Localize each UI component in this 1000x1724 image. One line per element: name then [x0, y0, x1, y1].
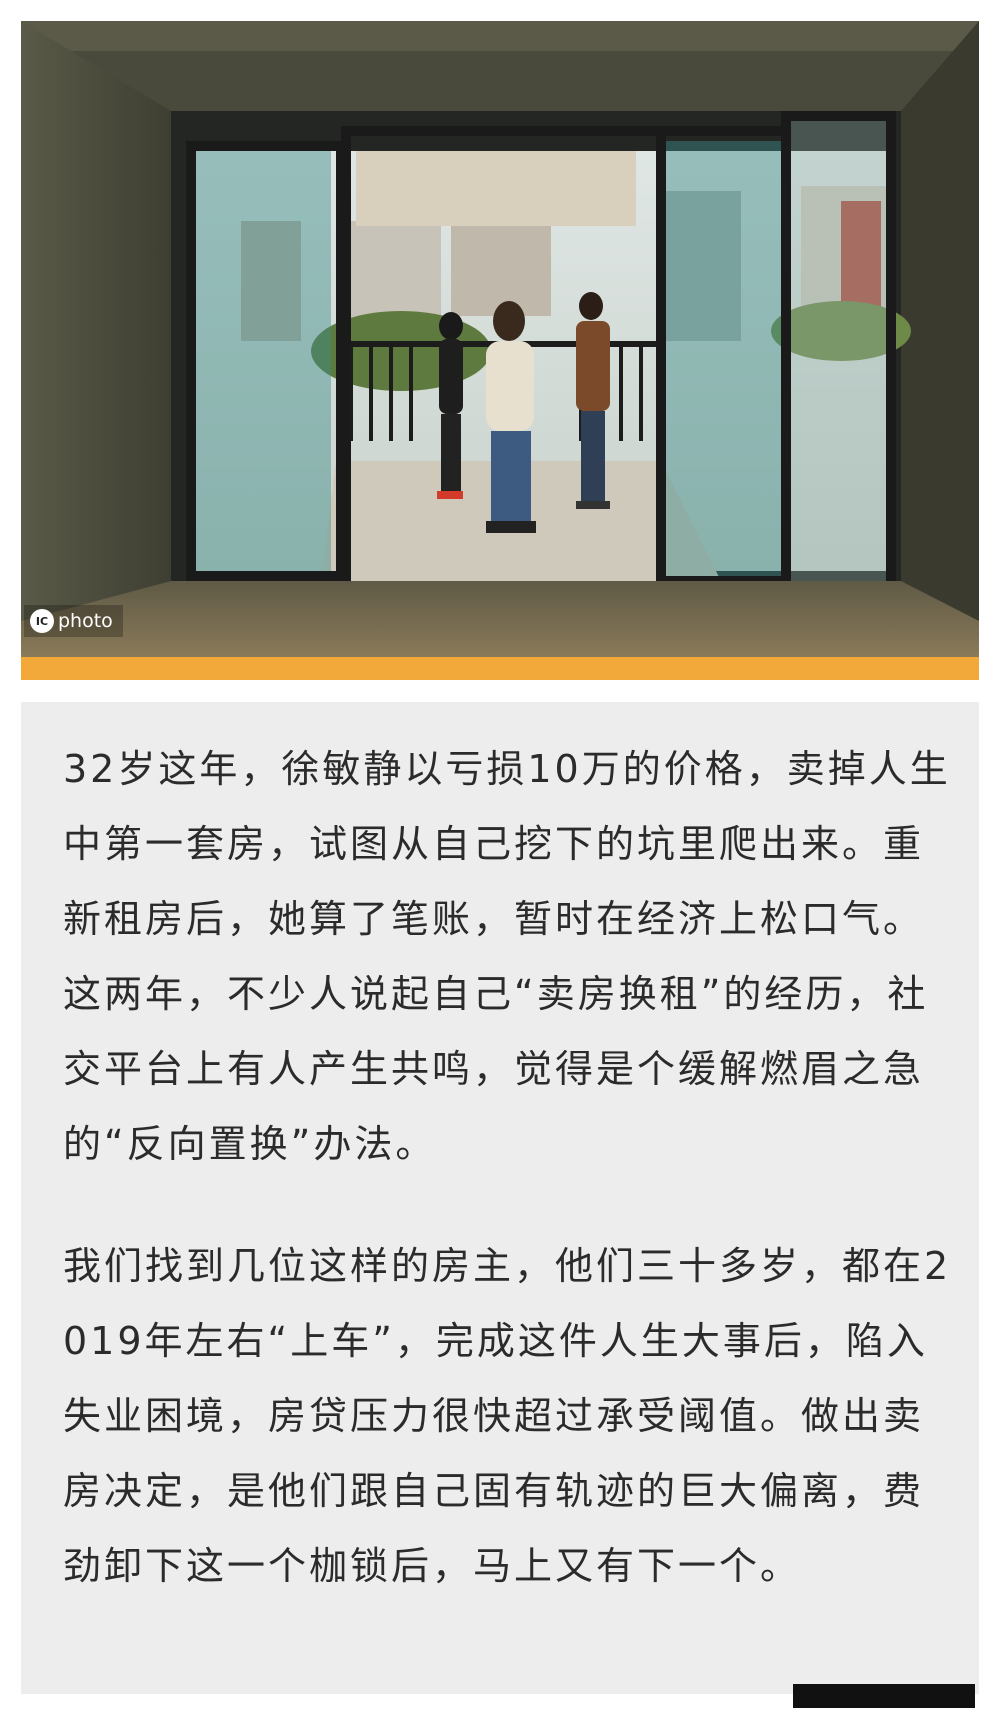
- article-paragraph-2: 我们找到几位这样的房主，他们三十多岁，都在2019年左右“上车”，完成这件人生大…: [63, 1244, 952, 1588]
- article-photo: [21, 21, 979, 657]
- apartment-balcony-photo: [21, 21, 979, 657]
- decorative-corner-block: [793, 1684, 975, 1708]
- ic-logo-icon: IC: [30, 609, 54, 633]
- article-paragraph-1: 32岁这年，徐敏静以亏损10万的价格，卖掉人生中第一套房，试图从自己挖下的坑里爬…: [63, 747, 951, 1166]
- photo-watermark: IC photo: [24, 605, 123, 637]
- accent-bar: [21, 657, 979, 680]
- watermark-text: photo: [58, 610, 113, 632]
- article-text-card: 32岁这年，徐敏静以亏损10万的价格，卖掉人生中第一套房，试图从自己挖下的坑里爬…: [21, 702, 979, 1694]
